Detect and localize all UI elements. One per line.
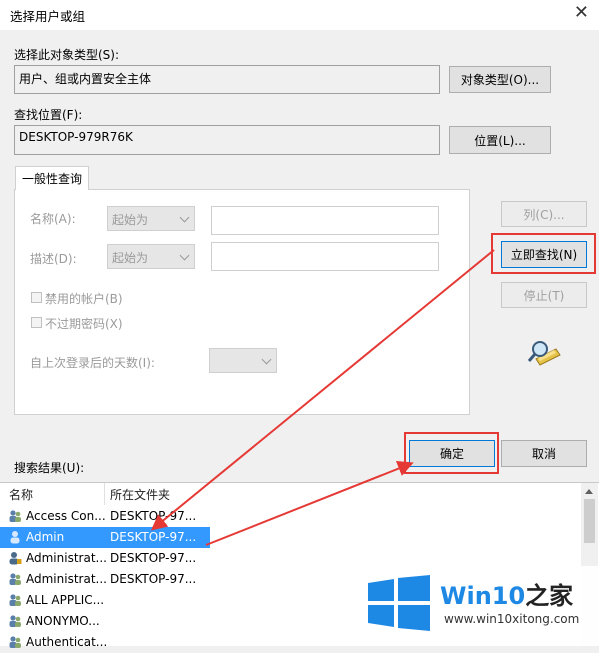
scroll-up-icon[interactable] bbox=[585, 489, 593, 494]
row-name: Administrat... bbox=[26, 572, 106, 586]
cancel-button[interactable]: 取消 bbox=[501, 440, 587, 467]
title-bar bbox=[0, 0, 599, 30]
column-header-name[interactable]: 名称 bbox=[9, 486, 33, 503]
object-types-button[interactable]: 对象类型(O)... bbox=[449, 66, 551, 93]
row-name: Access Con... bbox=[26, 509, 106, 523]
object-type-field: 用户、组或内置安全主体 bbox=[14, 65, 440, 94]
group-icon bbox=[9, 510, 21, 522]
tab-general-query[interactable]: 一般性查询 bbox=[15, 166, 89, 190]
watermark-brand: Win10之家 bbox=[440, 576, 573, 611]
watermark-brand-win: Win10 bbox=[440, 582, 526, 610]
description-mode-select[interactable]: 起始为 bbox=[107, 244, 195, 269]
columns-button[interactable]: 列(C)... bbox=[501, 201, 587, 227]
disabled-accounts-label: 禁用的帐户(B) bbox=[45, 292, 123, 306]
stop-button[interactable]: 停止(T) bbox=[501, 282, 587, 308]
days-since-logon-label: 自上次登录后的天数(I): bbox=[30, 356, 155, 370]
chevron-down-icon bbox=[179, 250, 190, 261]
name-mode-select[interactable]: 起始为 bbox=[107, 206, 195, 231]
table-row[interactable]: Access Con... DESKTOP-97... bbox=[0, 506, 210, 527]
windows-logo-icon bbox=[368, 575, 430, 631]
find-now-button[interactable]: 立即查找(N) bbox=[501, 241, 587, 268]
days-since-logon-select[interactable] bbox=[209, 348, 277, 373]
location-field: DESKTOP-979R76K bbox=[14, 125, 440, 155]
row-folder: DESKTOP-97... bbox=[110, 551, 197, 565]
name-mode-value: 起始为 bbox=[112, 213, 149, 227]
column-divider[interactable] bbox=[104, 483, 105, 505]
no-expire-password-checkbox[interactable] bbox=[31, 317, 42, 328]
table-row[interactable]: ALL APPLIC... bbox=[0, 590, 210, 611]
name-input[interactable] bbox=[211, 206, 439, 235]
description-mode-value: 起始为 bbox=[112, 251, 149, 265]
search-icon bbox=[527, 341, 561, 366]
disabled-accounts-checkbox[interactable] bbox=[31, 292, 42, 303]
location-label: 查找位置(F): bbox=[14, 108, 83, 122]
column-header-folder[interactable]: 所在文件夹 bbox=[110, 486, 170, 503]
watermark-brand-home: 之家 bbox=[525, 582, 574, 610]
table-row[interactable]: Administrat... DESKTOP-97... bbox=[0, 548, 210, 569]
table-row-selected[interactable]: Admin DESKTOP-97... bbox=[0, 527, 210, 548]
name-label: 名称(A): bbox=[30, 212, 76, 226]
group-icon bbox=[9, 594, 21, 606]
table-row[interactable]: Authenticat... bbox=[0, 632, 210, 653]
description-input[interactable] bbox=[211, 242, 439, 271]
watermark-url: www.win10xitong.com bbox=[444, 612, 580, 626]
description-label: 描述(D): bbox=[30, 252, 77, 266]
row-folder: DESKTOP-97... bbox=[110, 572, 197, 586]
row-name: Authenticat... bbox=[26, 635, 106, 649]
object-type-label: 选择此对象类型(S): bbox=[14, 48, 120, 62]
close-icon[interactable]: ✕ bbox=[574, 4, 589, 22]
chevron-down-icon bbox=[179, 212, 190, 223]
group-icon bbox=[9, 573, 21, 585]
ok-button[interactable]: 确定 bbox=[409, 440, 495, 467]
watermark: Win10之家 www.win10xitong.com bbox=[362, 566, 599, 645]
user-icon bbox=[9, 552, 22, 565]
group-icon bbox=[9, 615, 21, 627]
user-icon bbox=[10, 531, 20, 544]
window-title: 选择用户或组 bbox=[10, 9, 86, 24]
row-name: ALL APPLIC... bbox=[26, 593, 105, 607]
chevron-down-icon bbox=[261, 354, 272, 365]
table-row[interactable]: ANONYMO... bbox=[0, 611, 210, 632]
row-folder: DESKTOP-97... bbox=[110, 509, 197, 523]
locations-button[interactable]: 位置(L)... bbox=[449, 126, 551, 154]
row-name: ANONYMO... bbox=[26, 614, 100, 628]
no-expire-password-label: 不过期密码(X) bbox=[45, 317, 123, 331]
row-name: Administrat... bbox=[26, 551, 106, 565]
group-icon bbox=[9, 636, 21, 648]
row-name: Admin bbox=[26, 530, 65, 544]
search-results-label: 搜索结果(U): bbox=[14, 461, 85, 475]
table-row[interactable]: Administrat... DESKTOP-97... bbox=[0, 569, 210, 590]
scroll-thumb[interactable] bbox=[584, 499, 595, 543]
row-folder: DESKTOP-97... bbox=[110, 530, 197, 544]
